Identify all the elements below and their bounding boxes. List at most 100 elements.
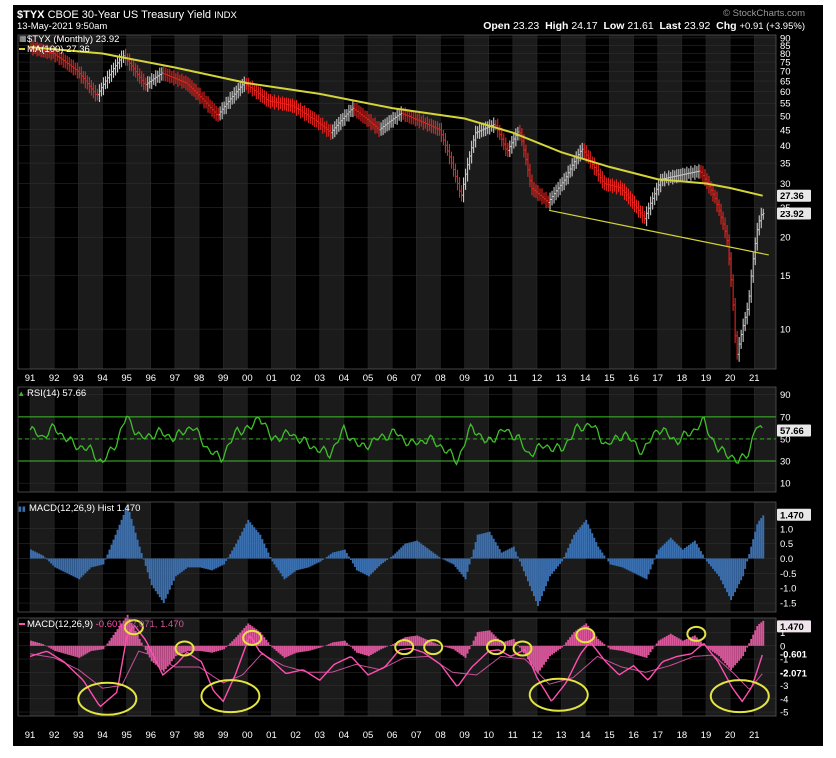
- macd-hist-bar: [649, 645, 652, 653]
- macd-hist-bar: [716, 645, 718, 655]
- hist-bar: [446, 558, 449, 562]
- hist-bar: [432, 552, 435, 559]
- macd-hist-bar: [464, 645, 467, 658]
- hist-bar: [136, 539, 139, 559]
- hist-bar: [76, 558, 79, 579]
- macd-hist-bar: [746, 645, 749, 648]
- macd-hist-bar: [665, 636, 668, 646]
- hist-bar: [603, 555, 606, 559]
- macd-hist-bar: [392, 644, 395, 646]
- macd-hist-bar: [444, 645, 447, 647]
- x-tick-label: 92: [49, 730, 60, 741]
- macd-y-tick: 1: [780, 628, 785, 639]
- macd-hist-bar: [164, 645, 167, 670]
- macd-hist-bar: [98, 645, 101, 650]
- macd-hist-bar: [518, 645, 521, 648]
- hist-bar: [732, 558, 735, 597]
- macd-hist-bar: [279, 645, 282, 655]
- macd-hist-bar: [683, 639, 686, 646]
- hist-bar: [253, 527, 256, 559]
- x-tick-label-top: 98: [194, 373, 205, 384]
- rsi-y-tick: 90: [780, 390, 791, 401]
- macd-hist-bar: [327, 644, 330, 646]
- hist-bar: [215, 558, 218, 569]
- hist-bar: [551, 558, 553, 574]
- hist-bar: [221, 558, 224, 566]
- macd-hist-bar: [357, 645, 360, 654]
- macd-hist-bar: [462, 645, 465, 657]
- macd-hist-bar: [291, 645, 294, 655]
- macd-hist-bar: [416, 635, 419, 646]
- macd-hist-bar: [541, 645, 543, 668]
- hist-bar: [291, 558, 294, 574]
- ma-legend: MA(100) 27.36: [27, 44, 90, 55]
- hist-bar: [454, 558, 457, 567]
- x-tick-label-top: 11: [508, 373, 518, 384]
- hist-bar: [299, 558, 302, 570]
- x-tick-label: 14: [580, 730, 591, 741]
- macd-hist-bar: [760, 622, 763, 646]
- hist-bar: [543, 558, 545, 592]
- hist-bar: [752, 539, 755, 559]
- hist-bar: [62, 558, 65, 572]
- hist-bar: [197, 558, 199, 568]
- hist-bar: [160, 558, 163, 601]
- hist-bar: [422, 545, 425, 559]
- macd-hist-bar: [221, 645, 224, 650]
- hist-bar: [376, 558, 378, 569]
- hist-bar: [40, 554, 43, 559]
- macd-hist-bar: [740, 645, 743, 659]
- macd-hist-bar: [315, 645, 318, 649]
- hist-bar: [754, 531, 757, 559]
- macd-hist-bar: [508, 640, 511, 646]
- hist-bar: [661, 545, 664, 559]
- hist-bar: [94, 558, 97, 567]
- macd-hist-bar: [267, 642, 270, 646]
- macd-hist-bar: [436, 644, 439, 646]
- hist-bar: [472, 549, 475, 559]
- hist-bar: [305, 558, 308, 568]
- macd-hist-bar: [106, 643, 109, 646]
- hist-bar: [448, 558, 451, 563]
- price-y-tick: 30: [780, 179, 791, 190]
- hist-bar: [541, 558, 543, 597]
- hist-last-label: 1.470: [780, 510, 804, 521]
- hist-bar: [724, 558, 726, 589]
- x-tick-label: 02: [290, 730, 301, 741]
- x-tick-label-top: 92: [49, 373, 60, 384]
- hist-bar: [223, 558, 226, 565]
- macd-hist-bar: [70, 645, 73, 656]
- macd-hist-bar: [281, 645, 284, 657]
- hist-bar: [148, 558, 151, 579]
- macd-hist-bar: [506, 640, 509, 646]
- macd-hist-bar: [275, 645, 278, 651]
- macd-hist-bar: [104, 645, 107, 647]
- rsi-y-tick: 70: [780, 412, 791, 423]
- price-y-tick: 50: [780, 111, 791, 122]
- macd-hist-bar: [685, 638, 688, 646]
- macd-hist-bar: [287, 645, 290, 657]
- hist-bar: [722, 558, 724, 585]
- hist-bar: [370, 558, 372, 575]
- macd-hist-bar: [549, 645, 551, 657]
- hist-bar: [247, 519, 250, 559]
- macd-hist-bar: [58, 645, 61, 653]
- hist-bar: [601, 552, 604, 559]
- macd-hist-bar: [633, 645, 636, 655]
- hist-bar: [738, 558, 741, 585]
- hist-bar: [474, 542, 477, 559]
- macd-hist-bar: [637, 645, 640, 656]
- macd-hist-bar: [60, 645, 63, 653]
- hist-bar: [174, 558, 177, 577]
- macd-hist-bar: [627, 645, 630, 653]
- hist-bar: [609, 558, 612, 565]
- hist-bar: [313, 558, 316, 565]
- hist-bar: [663, 543, 666, 559]
- macd-hist-bar: [454, 645, 457, 651]
- macd-hist-bar: [446, 645, 449, 648]
- price-y-tick: 55: [780, 99, 791, 110]
- rsi-y-tick: 30: [780, 457, 791, 468]
- hist-bar: [522, 558, 525, 572]
- hist-bar: [366, 558, 368, 576]
- hist-bar: [195, 558, 197, 568]
